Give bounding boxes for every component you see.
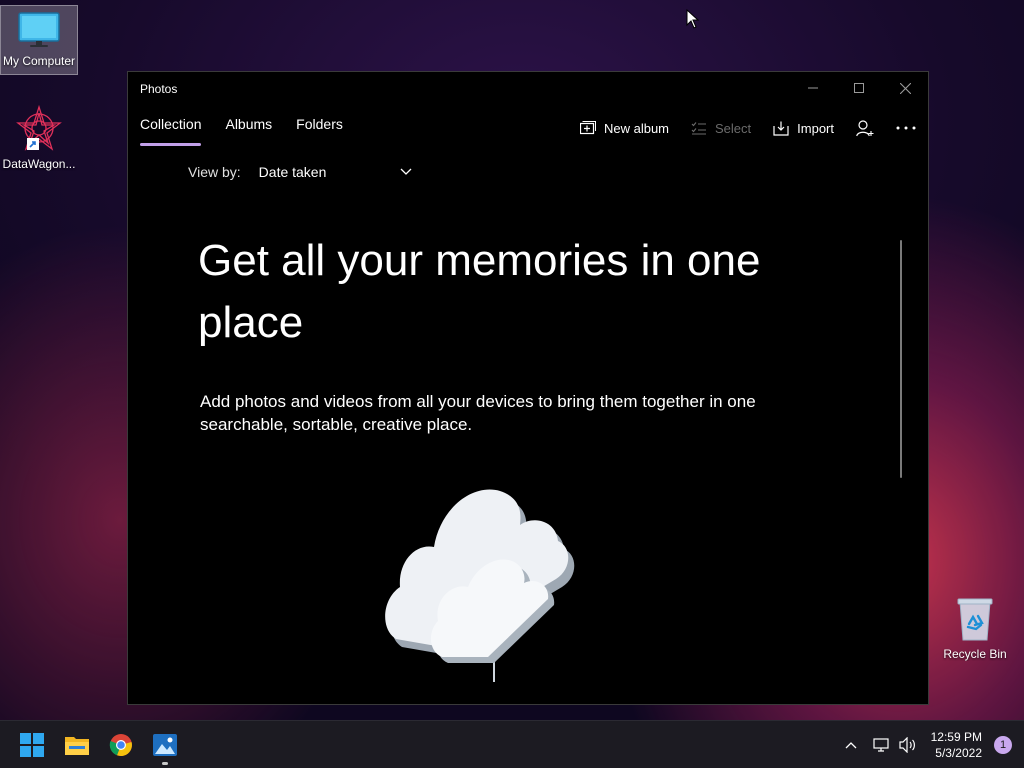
chevron-down-icon: [400, 168, 412, 175]
view-by-label: View by:: [188, 164, 241, 180]
view-by-dropdown[interactable]: View by: Date taken: [188, 164, 412, 180]
import-label: Import: [797, 120, 834, 136]
photos-window: Photos Collection Albums Folders New alb…: [127, 71, 929, 705]
clock-time: 12:59 PM: [930, 730, 982, 744]
select-icon: [691, 122, 707, 135]
new-album-button[interactable]: New album: [579, 120, 670, 136]
datawagon-icon: [16, 104, 62, 151]
monitor-icon: [18, 12, 60, 47]
taskbar-clock[interactable]: 12:59 PM 5/3/2022: [931, 729, 982, 761]
close-icon: [899, 82, 911, 94]
more-options-button[interactable]: [896, 126, 916, 130]
chevron-up-icon[interactable]: [845, 741, 857, 749]
close-button[interactable]: [882, 72, 928, 104]
file-explorer-icon: [65, 737, 89, 755]
desktop-icon-my-computer[interactable]: My Computer: [0, 5, 78, 75]
minimize-icon: [808, 87, 818, 89]
tab-albums[interactable]: Albums: [225, 116, 272, 144]
hero-subtitle: Add photos and videos from all your devi…: [200, 392, 756, 434]
select-button[interactable]: Select: [691, 121, 751, 136]
clock-date: 5/3/2022: [935, 746, 982, 760]
import-button[interactable]: Import: [773, 121, 834, 136]
taskbar-chrome[interactable]: [101, 729, 141, 761]
cloud-illustration: [385, 489, 575, 682]
photos-icon: [153, 734, 177, 756]
maximize-button[interactable]: [836, 72, 882, 104]
toolbar: New album Select Import: [579, 114, 916, 142]
desktop-icon-label: DataWagon...: [2, 157, 76, 171]
more-icon: [896, 126, 916, 130]
tab-folders[interactable]: Folders: [296, 116, 343, 144]
desktop-icon-datawagon[interactable]: DataWagon...: [0, 104, 78, 171]
maximize-icon: [854, 83, 864, 93]
start-button[interactable]: [12, 729, 52, 761]
recycle-bin-icon: [957, 598, 993, 641]
select-label: Select: [715, 120, 752, 136]
hero-title: Get all your memories in one place: [198, 236, 761, 347]
mouse-cursor-icon: [686, 9, 700, 29]
taskbar-file-explorer[interactable]: [57, 729, 97, 761]
tab-collection[interactable]: Collection: [140, 116, 202, 146]
desktop-icon-label: My Computer: [2, 54, 76, 68]
desktop-icon-recycle-bin[interactable]: Recycle Bin: [936, 596, 1014, 661]
person-add-icon: [856, 119, 874, 136]
volume-icon[interactable]: [899, 737, 917, 753]
network-icon[interactable]: [873, 737, 891, 753]
account-button[interactable]: [856, 119, 874, 137]
window-title: Photos: [140, 82, 178, 96]
nav-tabs: Collection Albums Folders: [140, 116, 343, 146]
chrome-icon: [109, 734, 132, 757]
system-tray: 12:59 PM 5/3/2022 1: [845, 721, 1024, 768]
taskbar: 12:59 PM 5/3/2022 1: [0, 720, 1024, 768]
notification-badge[interactable]: 1: [994, 736, 1012, 754]
new-album-icon: [579, 121, 596, 135]
title-bar[interactable]: Photos: [128, 72, 928, 106]
desktop-icon-label: Recycle Bin: [943, 647, 1007, 661]
new-album-label: New album: [603, 120, 670, 136]
taskbar-photos[interactable]: [145, 729, 185, 761]
windows-start-icon: [20, 733, 44, 757]
scrollbar[interactable]: [900, 240, 902, 478]
view-by-value: Date taken: [258, 164, 327, 180]
active-app-indicator: [162, 762, 168, 765]
minimize-button[interactable]: [790, 72, 836, 104]
import-icon: [773, 121, 789, 136]
